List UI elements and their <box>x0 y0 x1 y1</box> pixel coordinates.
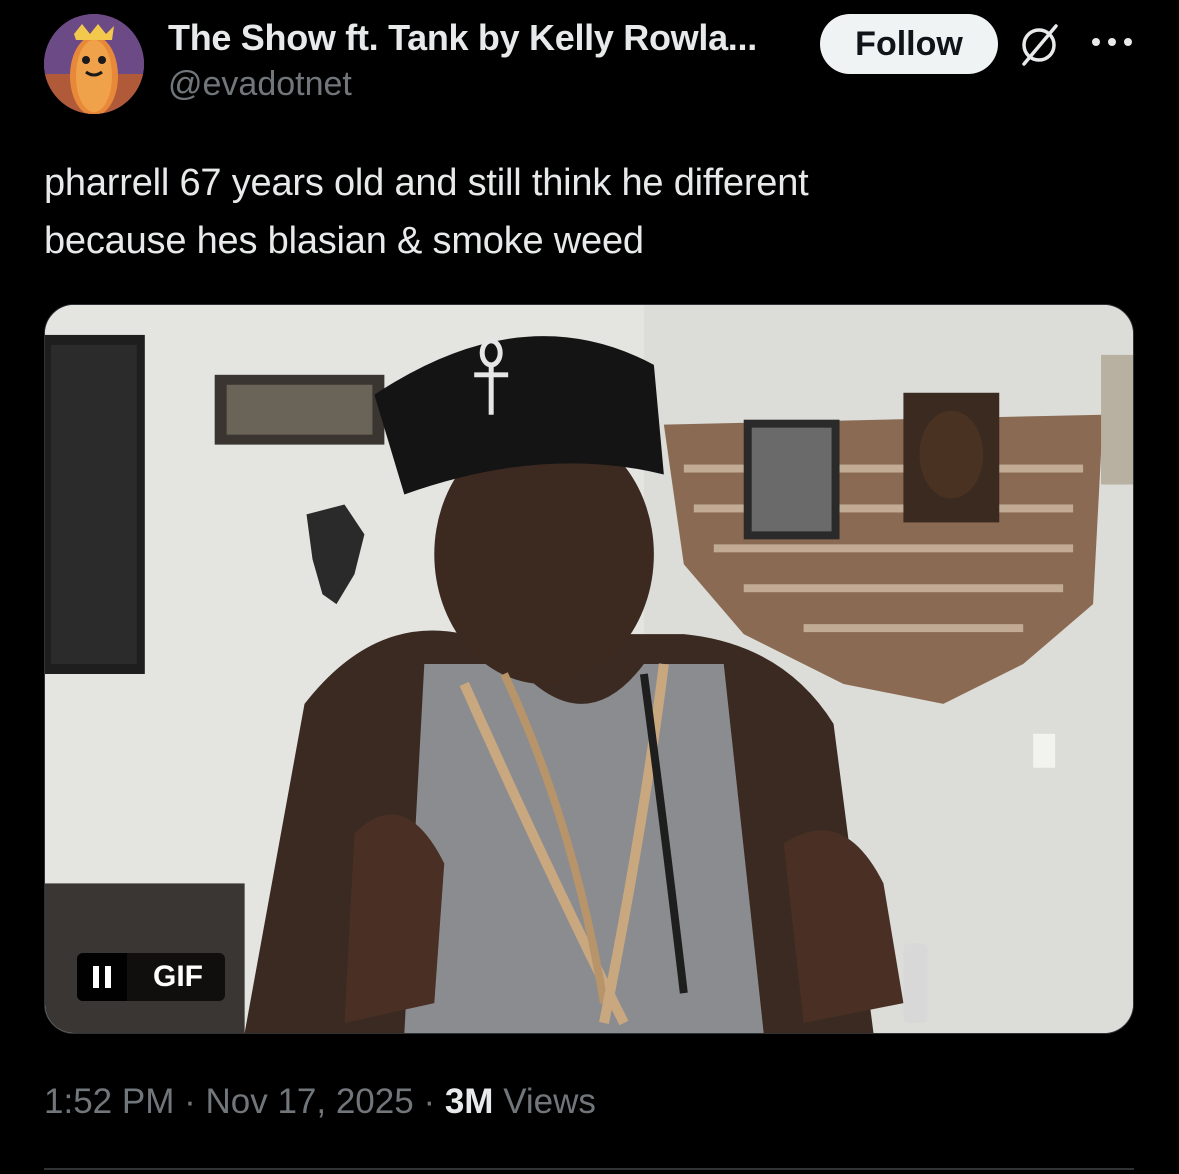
views-count[interactable]: 3M <box>445 1082 494 1121</box>
tweet-header: The Show ft. Tank by Kelly Rowla... @eva… <box>0 0 1179 140</box>
author-handle[interactable]: @evadotnet <box>168 62 757 106</box>
tweet-time[interactable]: 1:52 PM <box>44 1082 174 1121</box>
author-info: The Show ft. Tank by Kelly Rowla... @eva… <box>168 14 757 106</box>
gif-frame-image <box>45 305 1133 1033</box>
meta-separator: · <box>423 1082 436 1121</box>
views-label: Views <box>503 1082 596 1121</box>
gif-label: GIF <box>153 960 203 993</box>
grok-icon[interactable] <box>1014 20 1064 70</box>
hotdog-character-avatar-icon <box>44 14 144 114</box>
author-display-name[interactable]: The Show ft. Tank by Kelly Rowla... <box>168 14 757 62</box>
gif-media[interactable]: GIF <box>44 304 1134 1034</box>
tweet-text: pharrell 67 years old and still think he… <box>44 162 809 262</box>
follow-button[interactable]: Follow <box>820 14 998 74</box>
more-icon[interactable] <box>1090 34 1134 50</box>
pause-icon[interactable] <box>77 953 127 1001</box>
meta-separator: · <box>184 1082 196 1121</box>
avatar[interactable] <box>44 14 144 114</box>
tweet-meta: 1:52 PM · Nov 17, 2025 · 3M Views <box>44 1078 596 1126</box>
divider <box>44 1168 1134 1170</box>
gif-badge[interactable]: GIF <box>77 953 225 1001</box>
tweet-date[interactable]: Nov 17, 2025 <box>205 1082 413 1121</box>
